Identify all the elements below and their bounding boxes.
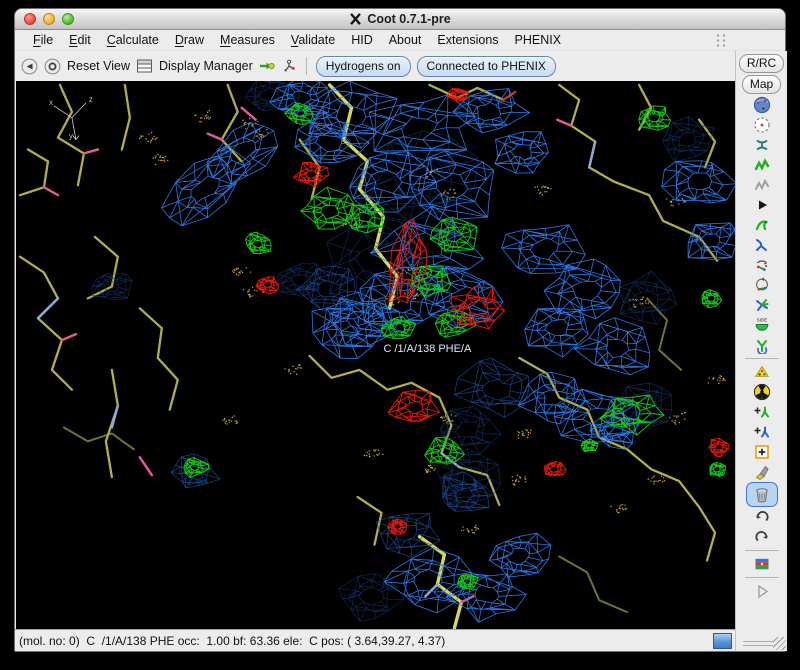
menu-edit[interactable]: Edit (61, 31, 99, 49)
tool-clean-brush-icon[interactable] (749, 462, 775, 482)
tool-view-sphere-icon[interactable] (749, 95, 775, 115)
sidebar-separator (745, 577, 779, 578)
sidebar-separator (745, 550, 779, 551)
tool-redo-icon[interactable] (749, 527, 775, 547)
tool-rigid-body-fit-icon[interactable] (749, 195, 775, 215)
reset-view-back-icon[interactable] (21, 58, 38, 75)
menubar-grip[interactable] (715, 33, 727, 47)
toolbar: Reset View Display Manager (15, 51, 735, 81)
tool-rotate-translate-icon[interactable] (749, 255, 775, 275)
tool-regularize-zone-icon[interactable] (749, 175, 775, 195)
svg-text:x: x (49, 98, 53, 107)
status-bar: (mol. no: 0) C /1/A/138 PHE occ: 1.00 bf… (15, 629, 735, 651)
handle-line (743, 641, 773, 642)
menu-calculate[interactable]: Calculate (99, 31, 167, 49)
window-title: Coot 0.7.1-pre (349, 12, 450, 26)
status-text: (mol. no: 0) C /1/A/138 PHE occ: 1.00 bf… (19, 634, 445, 648)
tool-recentre-icon[interactable] (749, 115, 775, 135)
menu-phenix[interactable]: PHENIX (507, 31, 570, 49)
menu-draw[interactable]: Draw (167, 31, 212, 49)
svg-text:y: y (69, 132, 73, 141)
molecular-scene: x y z C /1/A/138 PHE/A (16, 81, 735, 629)
display-manager-icon[interactable] (136, 58, 153, 74)
status-scale-widget[interactable] (713, 633, 732, 649)
canvas-background (16, 81, 735, 629)
hydrogens-toggle-button[interactable]: Hydrogens on (316, 56, 411, 77)
phenix-connection-button[interactable]: Connected to PHENIX (417, 56, 556, 77)
reset-view-button[interactable]: Reset View (67, 59, 130, 73)
window-title-text: Coot 0.7.1-pre (367, 12, 450, 26)
menu-extensions[interactable]: Extensions (429, 31, 506, 49)
menu-file[interactable]: File (25, 31, 61, 49)
menu-hid[interactable]: HID (343, 31, 381, 49)
zoom-button[interactable] (62, 13, 74, 25)
tool-range-clamp-icon[interactable] (749, 135, 775, 155)
map-button[interactable]: Map (742, 75, 781, 94)
resize-grip[interactable] (773, 637, 786, 650)
menu-bar: FileEditCalculateDrawMeasuresValidateHID… (15, 30, 785, 51)
tool-add-terminal-residue-icon[interactable] (749, 402, 775, 422)
tool-add-atom-icon[interactable] (749, 422, 775, 442)
coot-window: Coot 0.7.1-pre FileEditCalculateDrawMeas… (14, 8, 786, 652)
tool-add-alt-conf-icon[interactable] (749, 362, 775, 382)
tool-auto-fit-rotamer-icon[interactable] (749, 215, 775, 235)
tool-run-script-icon (749, 581, 775, 601)
menu-validate[interactable]: Validate (283, 31, 343, 49)
svg-text:z: z (89, 95, 93, 104)
tool-side-chain-flip-icon[interactable]: SIDE (749, 315, 775, 335)
svg-text:SIDE: SIDE (756, 318, 767, 323)
minimize-button[interactable] (43, 13, 55, 25)
reset-view-target-icon[interactable] (44, 58, 61, 75)
tool-delete-item-icon[interactable] (746, 482, 778, 507)
go-to-atom-icon[interactable] (259, 58, 275, 74)
modelling-sidebar: R/RC Map SIDE (735, 51, 787, 651)
menu-measures[interactable]: Measures (212, 31, 283, 49)
sidebar-bottom (736, 631, 787, 651)
close-button[interactable] (24, 13, 36, 25)
tool-rotamers-icon[interactable] (749, 235, 775, 255)
tool-mutate-icon[interactable] (749, 382, 775, 402)
sidebar-separator (745, 358, 779, 359)
tool-undo-icon[interactable] (749, 507, 775, 527)
tool-edit-chi-angles-icon[interactable] (749, 335, 775, 355)
tool-list: SIDE (736, 95, 787, 601)
display-manager-button[interactable]: Display Manager (159, 59, 253, 73)
picked-atom-label: C /1/A/138 PHE/A (383, 343, 472, 355)
handle-line (743, 645, 773, 646)
tool-torsion-general-icon[interactable] (749, 275, 775, 295)
menu-about[interactable]: About (381, 31, 430, 49)
tool-pointer-atom-icon[interactable] (749, 442, 775, 462)
toolbar-separator (306, 57, 307, 75)
desktop: Coot 0.7.1-pre FileEditCalculateDrawMeas… (0, 0, 800, 670)
title-bar[interactable]: Coot 0.7.1-pre (15, 9, 785, 30)
tool-flag-icon[interactable] (749, 554, 775, 574)
tool-real-space-refine-icon[interactable] (749, 155, 775, 175)
gl-viewport[interactable]: x y z C /1/A/138 PHE/A (15, 81, 735, 629)
window-controls (24, 13, 74, 25)
x11-icon (349, 12, 362, 26)
rc-button[interactable]: R/RC (739, 54, 784, 73)
molecule-icon[interactable] (281, 58, 297, 74)
tool-flip-peptide-icon[interactable] (749, 295, 775, 315)
